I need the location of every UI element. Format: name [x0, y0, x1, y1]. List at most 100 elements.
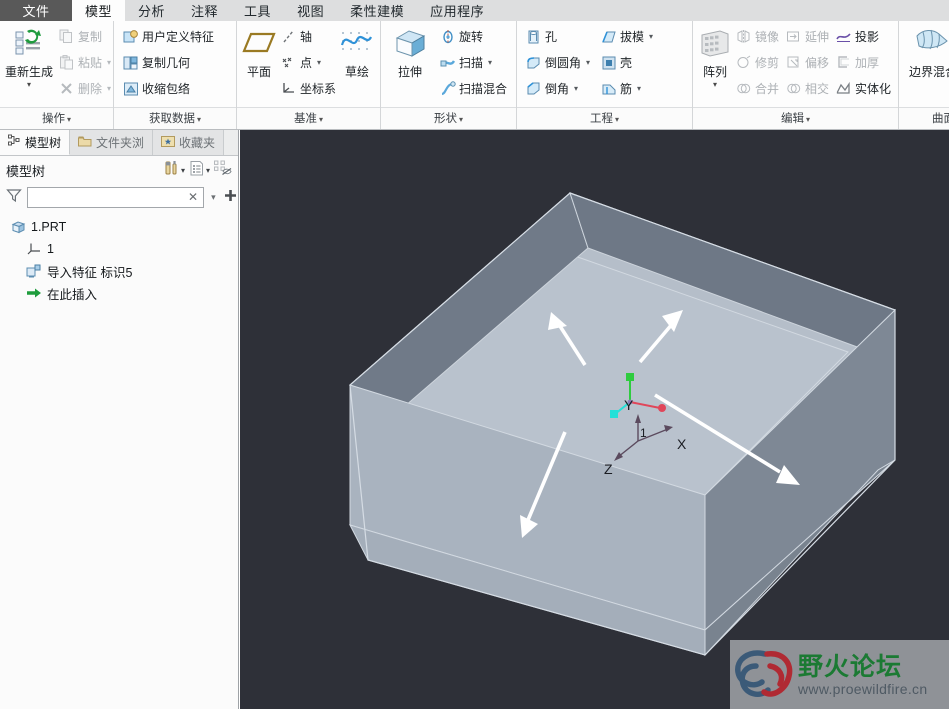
hole-label: 孔	[545, 30, 558, 44]
tab-view[interactable]: 视图	[284, 0, 337, 21]
drag-handle-green[interactable]	[626, 373, 634, 381]
datum-axis-button[interactable]: 轴	[277, 24, 339, 49]
datum-point-dropdown-caret[interactable]: ▾	[317, 58, 321, 67]
paste-button[interactable]: 粘贴 ▾	[55, 50, 114, 75]
sketch-button[interactable]: 草绘	[339, 24, 375, 80]
regenerate-dropdown-caret[interactable]: ▾	[27, 80, 31, 89]
clear-x-icon[interactable]: ✕	[186, 190, 200, 204]
display-dropdown-caret[interactable]: ▾	[206, 166, 210, 175]
group-label-operations[interactable]: 操作 ▾	[0, 107, 113, 129]
shell-button[interactable]: 壳	[597, 50, 656, 75]
hole-button[interactable]: 孔	[522, 24, 593, 49]
group-label-shapes[interactable]: 形状 ▾	[381, 107, 516, 129]
tab-analysis[interactable]: 分析	[125, 0, 178, 21]
pattern-button[interactable]: 阵列 ▾	[698, 24, 732, 89]
round-dropdown-caret[interactable]: ▾	[586, 58, 590, 67]
project-button[interactable]: 投影	[832, 24, 894, 49]
delete-button[interactable]: 删除 ▾	[55, 76, 114, 101]
mirror-button[interactable]: 镜像	[732, 24, 782, 49]
drag-handle-red[interactable]	[658, 404, 666, 412]
panel-tab-favorites[interactable]: 收藏夹	[153, 130, 225, 155]
group-label-surfaces[interactable]: 曲面▾	[899, 107, 949, 129]
extend-button[interactable]: 延伸	[782, 24, 832, 49]
group-shapes-caret[interactable]: ▾	[459, 115, 463, 124]
extrude-label: 拉伸	[397, 65, 422, 79]
filter-funnel-icon[interactable]	[6, 188, 22, 206]
model-3d-view[interactable]: Y X Z 1	[240, 130, 949, 709]
csys-icon	[26, 241, 42, 257]
merge-button[interactable]: 合并	[732, 76, 782, 101]
tree-item-part[interactable]: 1.PRT	[0, 216, 238, 238]
tab-annotate[interactable]: 注释	[178, 0, 231, 21]
delete-dropdown-caret[interactable]: ▾	[107, 84, 111, 93]
group-label-datum-text: 基准	[293, 113, 317, 125]
group-label-get-data[interactable]: 获取数据 ▾	[114, 107, 236, 129]
copy-button[interactable]: 复制	[55, 24, 114, 49]
sweep-button[interactable]: 扫描 ▾	[436, 50, 510, 75]
chevron-down-icon[interactable]: ▾	[209, 192, 218, 203]
round-button[interactable]: 倒圆角 ▾	[522, 50, 593, 75]
draft-dropdown-caret[interactable]: ▾	[649, 32, 653, 41]
rib-dropdown-caret[interactable]: ▾	[637, 84, 641, 93]
panel-tab-model-tree-label: 模型树	[25, 135, 62, 150]
udf-button[interactable]: 用户定义特征	[119, 24, 217, 49]
tools-settings-button[interactable]: ▾	[163, 160, 185, 180]
datum-plane-button[interactable]: 平面	[242, 24, 276, 80]
tab-tools[interactable]: 工具	[231, 0, 284, 21]
search-input[interactable]	[31, 190, 186, 204]
trim-button[interactable]: 修剪	[732, 50, 782, 75]
tab-flexible-modeling[interactable]: 柔性建模	[337, 0, 417, 21]
sweep-dropdown-caret[interactable]: ▾	[488, 58, 492, 67]
tab-applications[interactable]: 应用程序	[417, 0, 497, 21]
chamfer-dropdown-caret[interactable]: ▾	[574, 84, 578, 93]
group-label-datum[interactable]: 基准 ▾	[237, 107, 380, 129]
group-label-editing[interactable]: 编辑 ▾	[693, 107, 898, 129]
tree-item-insert-here-label: 在此插入	[47, 287, 98, 302]
chamfer-button[interactable]: 倒角 ▾	[522, 76, 593, 101]
group-engineering-caret[interactable]: ▾	[615, 115, 619, 124]
group-editing-caret[interactable]: ▾	[806, 115, 810, 124]
csys-axis-z-label: Z	[604, 461, 613, 477]
datum-point-button[interactable]: 点 ▾	[277, 50, 339, 75]
tab-file[interactable]: 文件	[0, 0, 72, 21]
tree-item-csys[interactable]: 1	[0, 238, 238, 260]
draft-button[interactable]: 拔模 ▾	[597, 24, 656, 49]
tab-tools-label: 工具	[244, 4, 272, 19]
merge-label: 合并	[755, 82, 780, 96]
panel-tab-folder-browser[interactable]: 文件夹浏	[70, 130, 154, 155]
solidify-button[interactable]: 实体化	[832, 76, 894, 101]
thicken-button[interactable]: 加厚	[832, 50, 894, 75]
tree-item-import-feature[interactable]: 导入特征 标识5	[0, 260, 238, 282]
udf-label: 用户定义特征	[142, 30, 215, 44]
revolve-button[interactable]: 旋转	[436, 24, 510, 49]
tools-dropdown-caret[interactable]: ▾	[181, 166, 185, 175]
regenerate-button[interactable]: 重新生成 ▾	[5, 24, 53, 89]
tree-item-insert-here[interactable]: 在此插入	[0, 282, 238, 304]
plus-icon[interactable]	[223, 188, 238, 206]
tree-hide-button[interactable]	[214, 160, 232, 180]
tab-model[interactable]: 模型	[72, 0, 126, 21]
tree-item-part-label: 1.PRT	[31, 220, 67, 234]
coordinate-system-button[interactable]: 坐标系	[277, 76, 339, 101]
group-get-data-caret[interactable]: ▾	[197, 115, 201, 124]
offset-button[interactable]: 偏移	[782, 50, 832, 75]
copy-geometry-button[interactable]: 复制几何	[119, 50, 217, 75]
display-settings-button[interactable]: ▾	[189, 160, 210, 180]
graphics-window[interactable]: Y X Z 1 野火论坛 www.proewildfire.cn	[240, 130, 949, 709]
intersect-button[interactable]: 相交	[782, 76, 832, 101]
pattern-dropdown-caret[interactable]: ▾	[713, 80, 717, 89]
extrude-button[interactable]: 拉伸	[386, 24, 434, 80]
search-input-wrapper[interactable]: ✕	[27, 186, 205, 208]
group-datum-caret[interactable]: ▾	[319, 115, 323, 124]
group-label-shapes-text: 形状	[433, 113, 457, 125]
rib-button[interactable]: 筋 ▾	[597, 76, 656, 101]
drag-handle-cyan[interactable]	[610, 410, 618, 418]
boundary-blend-button[interactable]: 边界混合	[904, 24, 949, 80]
group-operations-caret[interactable]: ▾	[67, 115, 71, 124]
paste-dropdown-caret[interactable]: ▾	[107, 58, 111, 67]
swept-blend-button[interactable]: 扫描混合	[436, 76, 510, 101]
rib-label: 筋	[620, 82, 633, 96]
panel-tab-model-tree[interactable]: 模型树	[0, 130, 71, 155]
group-label-engineering[interactable]: 工程 ▾	[517, 107, 692, 129]
shrinkwrap-button[interactable]: 收缩包络	[119, 76, 217, 101]
